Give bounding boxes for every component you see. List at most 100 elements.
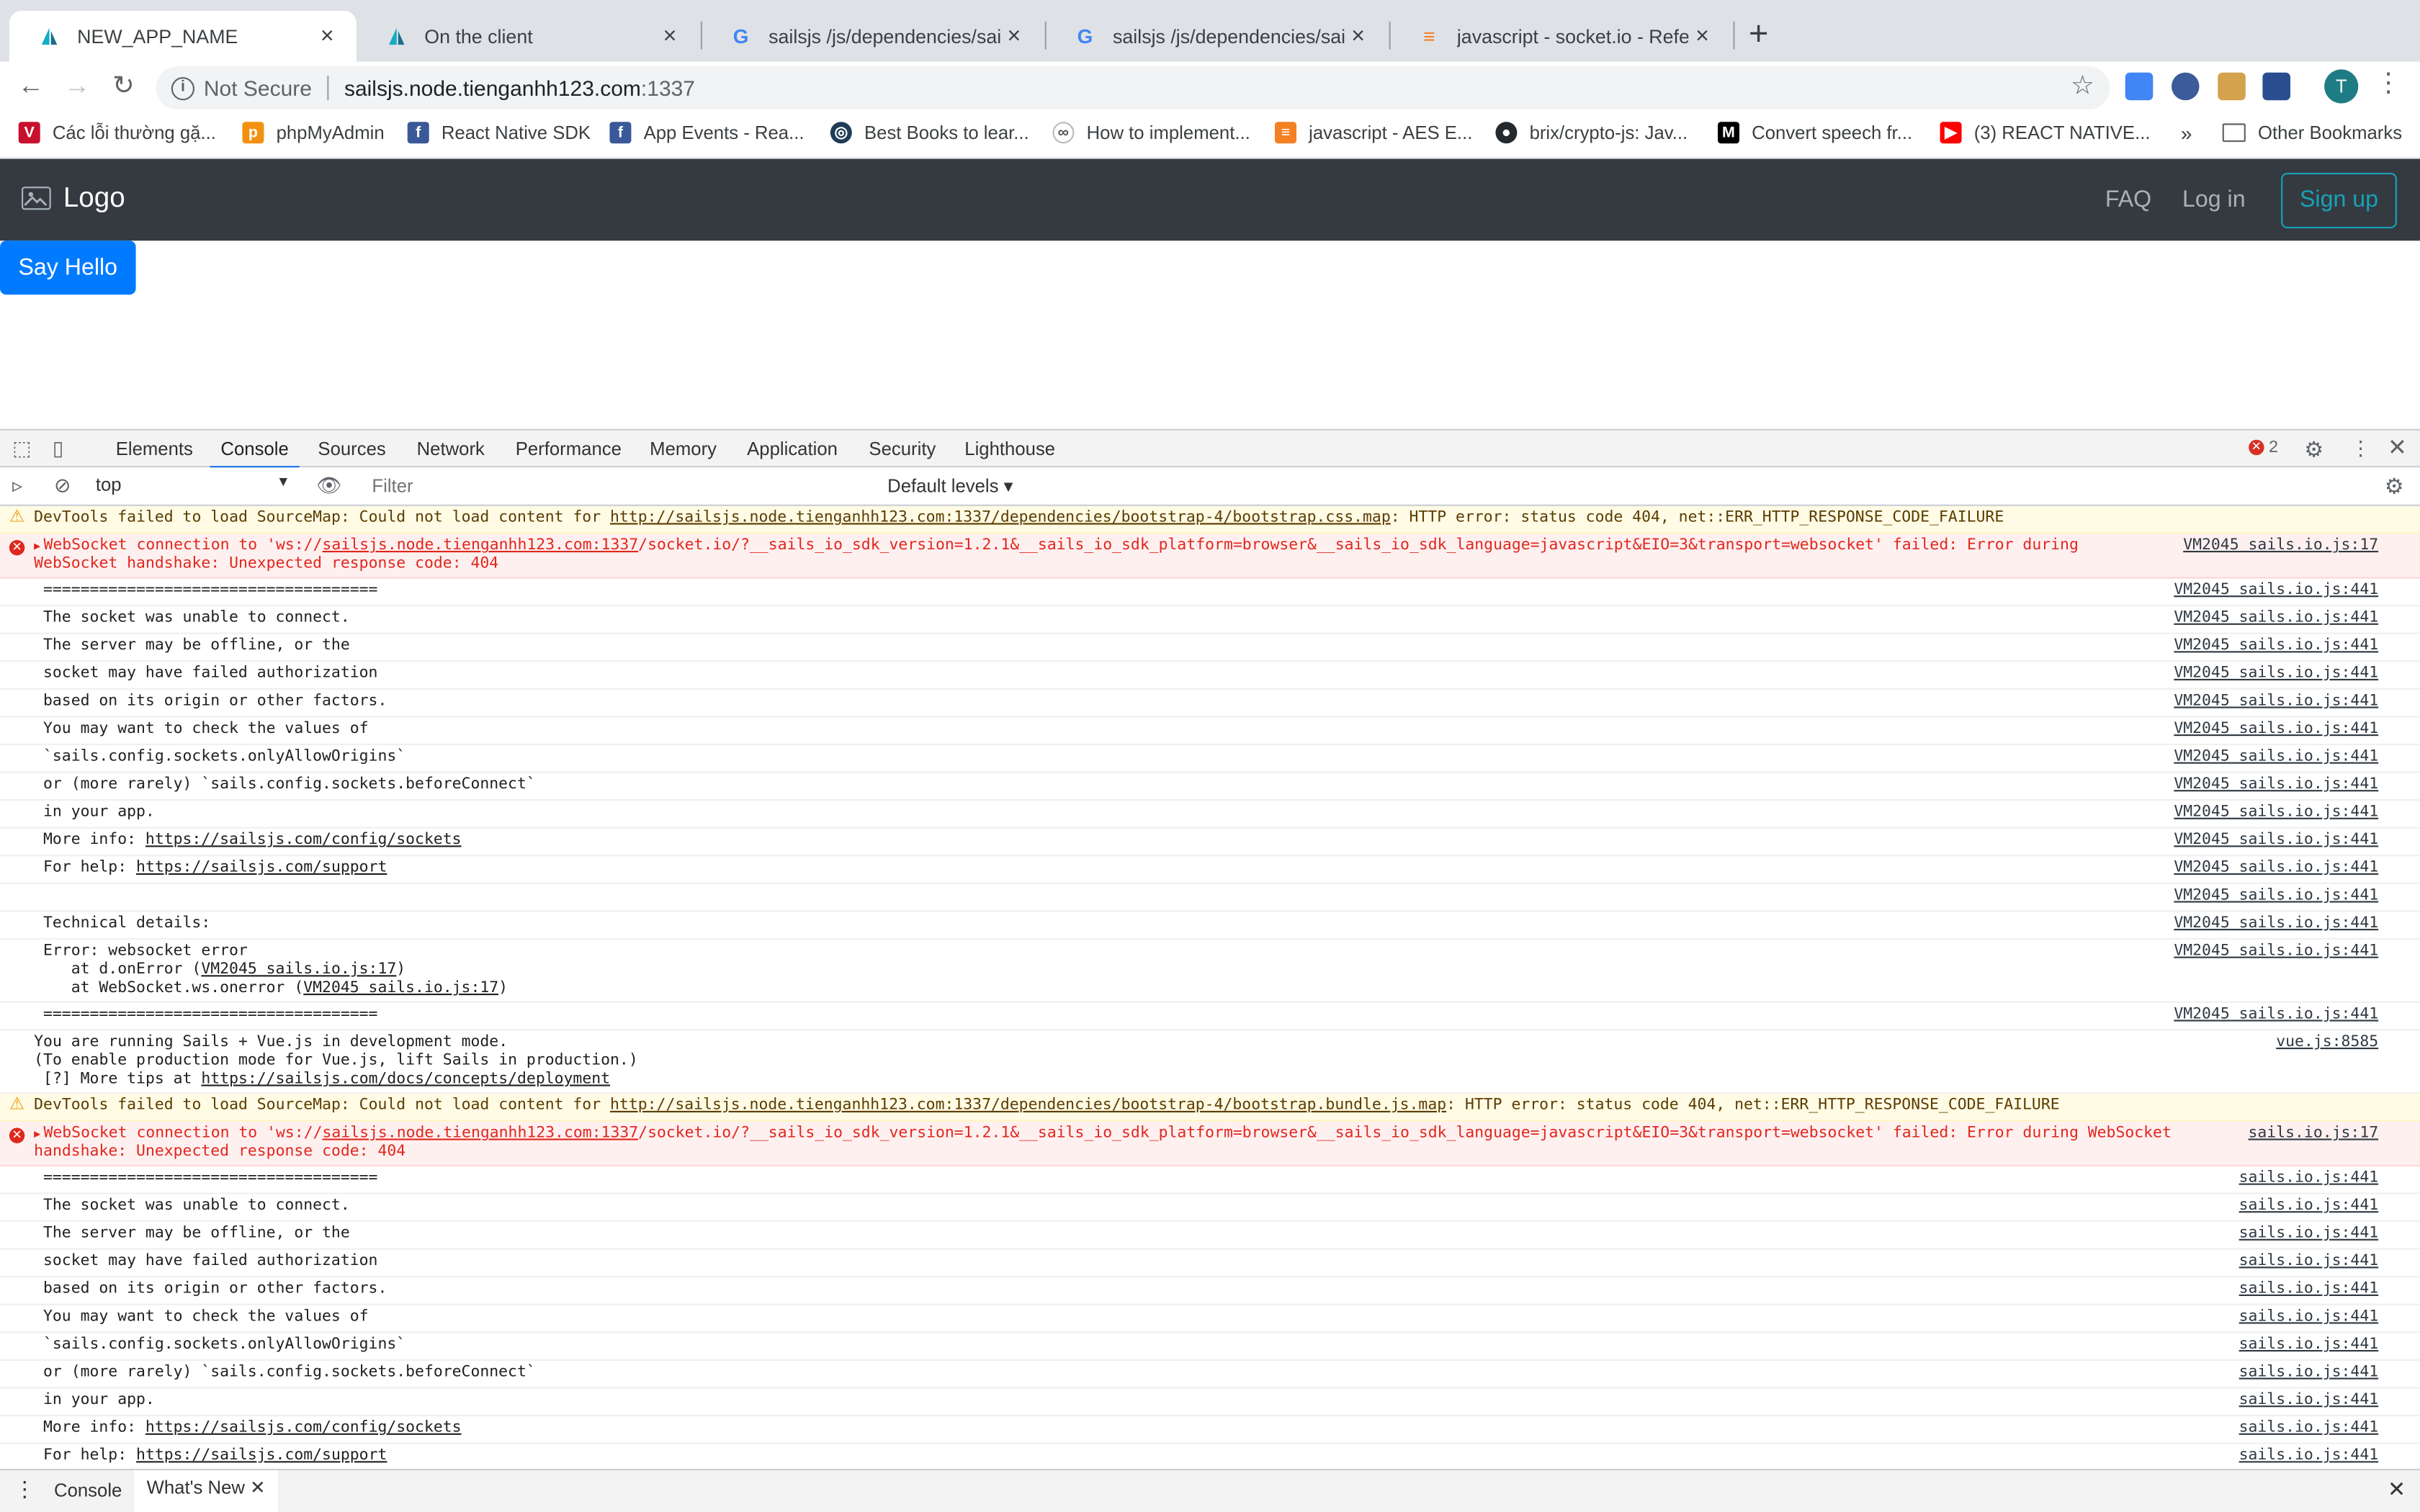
globe-extension-icon[interactable] <box>2172 72 2200 101</box>
new-tab-button[interactable]: + <box>1749 14 1769 54</box>
close-tab-icon[interactable]: × <box>1344 23 1372 49</box>
browser-tab-active[interactable]: NEW_APP_NAME × <box>9 11 357 62</box>
log-levels-dropdown[interactable]: Default levels ▾ <box>887 475 1013 497</box>
help-link[interactable]: https://sailsjs.com/support <box>136 1447 387 1464</box>
browser-tab[interactable]: G sailsjs /js/dependencies/sails.io × <box>1045 11 1388 62</box>
gear-icon[interactable]: ⚙ <box>2304 436 2323 462</box>
source-link[interactable]: VM2045 sails.io.js:441 <box>2174 609 2378 628</box>
bookmark-item[interactable]: ◎ Best Books to lear... <box>830 122 1029 144</box>
source-link[interactable]: VM2045 sails.io.js:441 <box>2174 832 2378 850</box>
source-link[interactable]: VM2045 sails.io.js:441 <box>2174 748 2378 767</box>
deployment-link[interactable]: https://sailsjs.com/docs/concepts/deploy… <box>201 1071 610 1088</box>
source-link[interactable]: sails.io.js:17 <box>2249 1125 2379 1143</box>
inspect-icon[interactable]: ⬚ <box>12 436 31 461</box>
source-link[interactable]: vue.js:8585 <box>2276 1034 2378 1053</box>
forward-icon[interactable]: → <box>60 69 94 103</box>
bookmark-item[interactable]: f App Events - Rea... <box>609 122 805 144</box>
more-info-link[interactable]: https://sailsjs.com/config/sockets <box>145 832 462 849</box>
devtools-tab-security[interactable]: Security <box>869 438 936 460</box>
app-logo[interactable]: Logo <box>22 182 125 215</box>
devtools-tab-elements[interactable]: Elements <box>116 438 193 460</box>
source-link[interactable]: sails.io.js:441 <box>2239 1169 2379 1188</box>
close-tab-icon[interactable]: × <box>313 23 341 49</box>
source-link[interactable]: VM2045 sails.io.js:441 <box>2174 887 2378 906</box>
kebab-icon[interactable]: ⋮ <box>2375 68 2401 99</box>
bookmark-item[interactable]: ● brix/crypto-js: Jav... <box>1495 122 1688 144</box>
console-filter-input[interactable] <box>361 470 875 502</box>
source-link[interactable]: VM2045 sails.io.js:441 <box>2174 776 2378 795</box>
screen-extension-icon[interactable] <box>2262 72 2290 101</box>
source-link[interactable]: sails.io.js:441 <box>2239 1447 2379 1466</box>
source-link[interactable]: VM2045 sails.io.js:441 <box>2174 721 2378 739</box>
bookmark-item[interactable]: ▶ (3) REACT NATIVE... <box>1940 122 2151 144</box>
eye-icon[interactable]: 👁 <box>316 474 341 498</box>
info-icon[interactable]: i <box>171 76 194 100</box>
browser-tab[interactable]: On the client × <box>357 11 699 62</box>
devtools-tab-lighthouse[interactable]: Lighthouse <box>964 438 1055 460</box>
address-bar[interactable]: i Not Secure sailsjs.node.tienganhh123.c… <box>156 66 2110 110</box>
stack-link[interactable]: VM2045 sails.io.js:17 <box>201 961 396 978</box>
bookmark-item[interactable]: V Các lỗi thường gặ... <box>18 122 216 144</box>
devtools-tab-sources[interactable]: Sources <box>318 438 385 460</box>
bookmarks-overflow-button[interactable]: » <box>2181 122 2192 145</box>
url-host[interactable]: sailsjs.node.tienganhh123.com <box>344 76 641 100</box>
source-link[interactable]: VM2045 sails.io.js:441 <box>2174 804 2378 822</box>
url-port[interactable]: :1337 <box>641 76 695 100</box>
close-tab-icon[interactable]: × <box>1000 23 1028 49</box>
devtools-tab-memory[interactable]: Memory <box>650 438 717 460</box>
sidebar-icon[interactable]: ▹ <box>12 474 22 498</box>
source-link[interactable]: sails.io.js:441 <box>2239 1197 2379 1216</box>
close-tab-icon[interactable]: × <box>1688 23 1716 49</box>
browser-tab[interactable]: ≡ javascript - socket.io - Referen × <box>1389 11 1732 62</box>
bookmark-item[interactable]: ≡ javascript - AES E... <box>1275 122 1472 144</box>
close-icon[interactable]: ✕ <box>250 1477 266 1498</box>
source-link[interactable]: VM2045 sails.io.js:441 <box>2174 693 2378 711</box>
sourcemap-link[interactable]: http://sailsjs.node.tienganhh123.com:133… <box>610 509 1391 526</box>
expand-triangle-icon[interactable]: ▶ <box>34 1128 40 1140</box>
bookmark-item[interactable]: ∞ How to implement... <box>1052 122 1250 144</box>
kebab-icon[interactable]: ⋮ <box>2351 436 2371 461</box>
source-link[interactable]: VM2045 sails.io.js:441 <box>2174 665 2378 684</box>
back-icon[interactable]: ← <box>14 69 48 103</box>
expand-triangle-icon[interactable]: ▶ <box>34 540 40 552</box>
nav-link-login[interactable]: Log in <box>2182 186 2246 212</box>
translate-extension-icon[interactable] <box>2125 72 2154 101</box>
close-drawer-icon[interactable]: ✕ <box>2388 1477 2406 1503</box>
stack-link[interactable]: VM2045 sails.io.js:17 <box>303 980 498 997</box>
devtools-tab-console[interactable]: Console <box>210 438 300 469</box>
device-icon[interactable]: ▯ <box>53 436 63 461</box>
source-link[interactable]: VM2045 sails.io.js:441 <box>2174 915 2378 934</box>
devtools-tab-performance[interactable]: Performance <box>516 438 622 460</box>
source-link[interactable]: sails.io.js:441 <box>2239 1364 2379 1382</box>
profile-avatar[interactable]: T <box>2324 69 2359 104</box>
source-link[interactable]: VM2045 sails.io.js:441 <box>2174 1006 2378 1025</box>
browser-tab[interactable]: G sailsjs /js/dependencies/sails.io × <box>701 11 1044 62</box>
source-link[interactable]: VM2045 sails.io.js:441 <box>2174 942 2378 961</box>
other-bookmarks[interactable]: Other Bookmarks <box>2222 122 2402 143</box>
signup-button[interactable]: Sign up <box>2281 173 2397 229</box>
close-icon[interactable]: ✕ <box>2388 433 2407 461</box>
source-link[interactable]: VM2045 sails.io.js:441 <box>2174 860 2378 878</box>
devtools-tab-network[interactable]: Network <box>417 438 485 460</box>
source-link[interactable]: sails.io.js:441 <box>2239 1253 2379 1272</box>
reload-icon[interactable]: ↻ <box>107 69 140 103</box>
source-link[interactable]: VM2045 sails.io.js:441 <box>2174 637 2378 656</box>
drawer-tab-whats-new[interactable]: What's New ✕ <box>134 1470 278 1512</box>
more-info-link[interactable]: https://sailsjs.com/config/sockets <box>145 1419 462 1436</box>
source-link[interactable]: VM2045 sails.io.js:17 <box>2183 537 2378 556</box>
devtools-tab-application[interactable]: Application <box>747 438 838 460</box>
key-extension-icon[interactable] <box>2218 72 2246 101</box>
star-icon[interactable]: ☆ <box>2071 71 2094 102</box>
help-link[interactable]: https://sailsjs.com/support <box>136 860 387 877</box>
websocket-link[interactable]: sailsjs.node.tienganhh123.com:1337 <box>323 537 639 554</box>
source-link[interactable]: sails.io.js:441 <box>2239 1336 2379 1355</box>
clear-console-icon[interactable]: ⊘ <box>54 474 71 498</box>
websocket-link[interactable]: sailsjs.node.tienganhh123.com:1337 <box>323 1125 639 1142</box>
context-selector[interactable]: top ▼ <box>96 474 290 495</box>
source-link[interactable]: sails.io.js:441 <box>2239 1281 2379 1300</box>
bookmark-item[interactable]: M Convert speech fr... <box>1718 122 1912 144</box>
source-link[interactable]: sails.io.js:441 <box>2239 1419 2379 1438</box>
bookmark-item[interactable]: f React Native SDK <box>407 122 591 144</box>
drawer-tab-console[interactable]: Console <box>54 1480 122 1501</box>
security-indicator[interactable]: Not Secure <box>204 76 312 100</box>
